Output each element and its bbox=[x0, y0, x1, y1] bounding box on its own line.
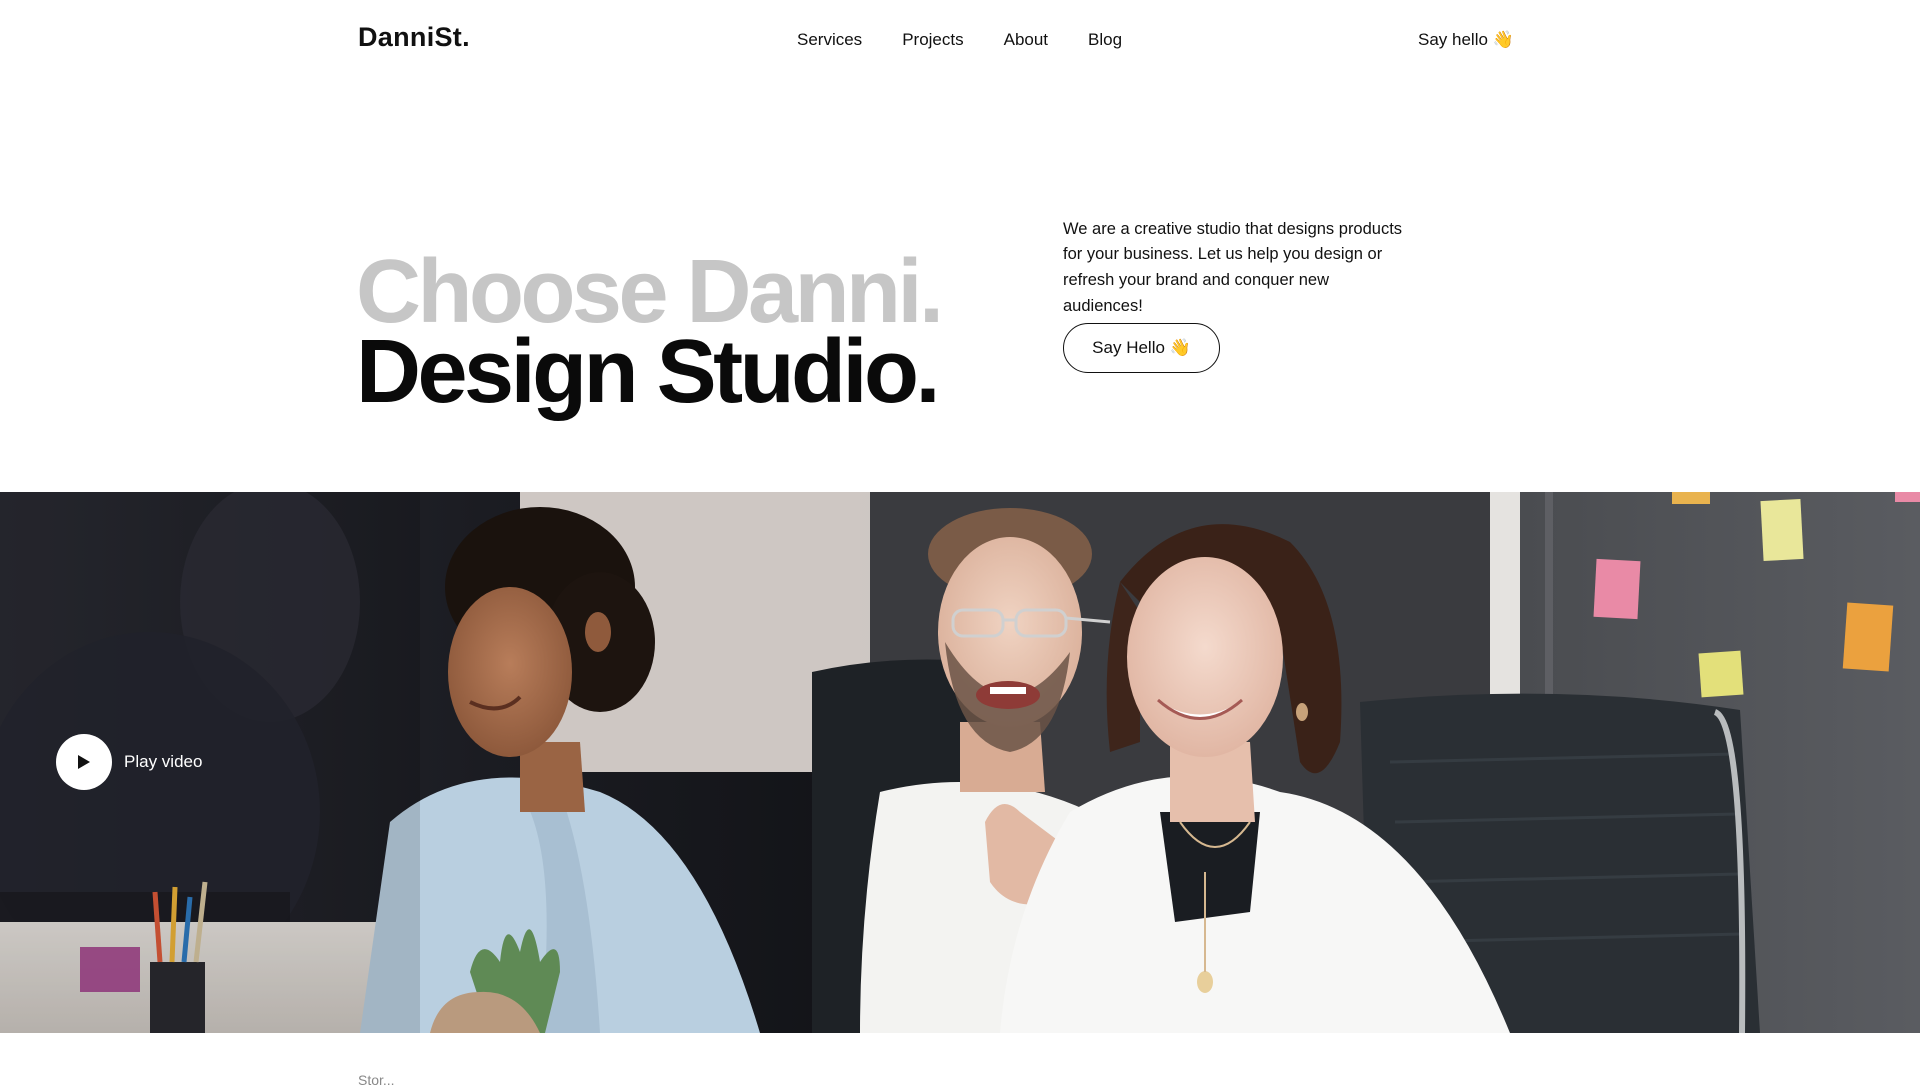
play-icon bbox=[78, 755, 90, 769]
hero-title-line-1: Choose Danni. bbox=[356, 242, 944, 343]
site-header: DanniSt. Services Projects About Blog Sa… bbox=[0, 0, 1920, 82]
say-hello-button[interactable]: Say Hello 👋 bbox=[1063, 323, 1220, 373]
hero-title: Choose Danni. Design Studio. bbox=[356, 242, 944, 423]
hero-title-line-2: Design Studio. bbox=[356, 322, 940, 423]
play-video-label: Play video bbox=[124, 752, 203, 771]
play-button[interactable] bbox=[56, 734, 112, 790]
logo[interactable]: DanniSt. bbox=[358, 22, 470, 53]
say-hello-link[interactable]: Say hello 👋 bbox=[1418, 30, 1514, 50]
team-photo bbox=[0, 492, 1920, 1033]
nav-item-projects[interactable]: Projects bbox=[902, 30, 963, 50]
section-label-partial: Stor... bbox=[358, 1072, 395, 1088]
play-video-control[interactable]: Play video bbox=[56, 734, 202, 790]
nav-item-about[interactable]: About bbox=[1004, 30, 1048, 50]
video-banner[interactable] bbox=[0, 492, 1920, 1033]
hero-description: We are a creative studio that designs pr… bbox=[1063, 219, 1403, 315]
nav-item-blog[interactable]: Blog bbox=[1088, 30, 1122, 50]
main-nav: Services Projects About Blog bbox=[797, 30, 1122, 50]
nav-item-services[interactable]: Services bbox=[797, 30, 862, 50]
